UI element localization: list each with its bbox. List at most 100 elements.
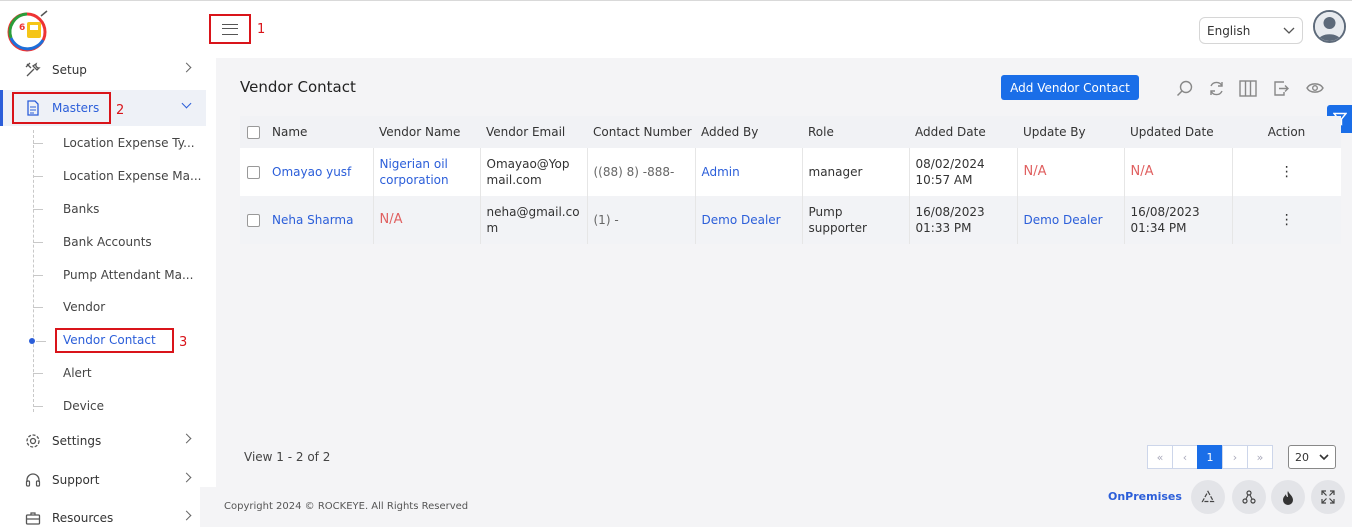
cell-vendor-name[interactable]: Nigerian oil corporation (373, 148, 481, 196)
cell-name[interactable]: Neha Sharma (266, 196, 374, 244)
cell-added-date: 08/02/2024 10:57 AM (909, 148, 1018, 196)
table-row: Neha Sharma N/A neha@gmail.com (1) - Dem… (240, 196, 1341, 244)
expand-icon (1321, 490, 1335, 504)
sidebar-item-label: Support (52, 473, 100, 487)
sidebar-subitem-location-expense-type[interactable]: Location Expense Ty... (63, 136, 203, 150)
sidebar-subitem-banks[interactable]: Banks (63, 202, 203, 216)
footer: Copyright 2024 © ROCKEYE. All Rights Res… (200, 480, 1352, 527)
last-page-button[interactable]: » (1247, 445, 1273, 469)
deployment-mode-label: OnPremises (1108, 490, 1182, 503)
table-row: Omayao yusf Nigerian oil corporation Oma… (240, 148, 1341, 196)
briefcase-icon (24, 509, 42, 527)
columns-icon (1239, 79, 1257, 97)
row-checkbox[interactable] (247, 213, 260, 227)
sidebar-subitem-pump-attendant[interactable]: Pump Attendant Ma... (63, 268, 203, 282)
refresh-button[interactable] (1206, 78, 1226, 98)
next-page-button[interactable]: › (1222, 445, 1248, 469)
column-header-contact-number[interactable]: Contact Number (587, 116, 695, 148)
sidebar-item-support[interactable]: Support (0, 462, 206, 498)
cell-vendor-email: neha@gmail.com (480, 196, 588, 244)
pagination: « ‹ 1 › » (1147, 445, 1273, 469)
chevron-right-icon (181, 472, 192, 483)
column-header-added-date[interactable]: Added Date (909, 116, 1017, 148)
chevron-right-icon (181, 433, 192, 444)
select-all-checkbox[interactable] (247, 125, 260, 139)
cell-contact-number: (1) - (587, 196, 696, 244)
fire-icon (1283, 490, 1293, 505)
menu-toggle-button[interactable] (209, 14, 251, 44)
sidebar-subitem-alert[interactable]: Alert (63, 366, 203, 380)
row-checkbox[interactable] (247, 165, 260, 179)
sidebar-item-settings[interactable]: Settings (0, 423, 206, 459)
chevron-down-icon (181, 98, 192, 109)
sidebar-subitem-vendor[interactable]: Vendor (63, 300, 203, 314)
user-avatar[interactable] (1313, 10, 1346, 43)
view-button[interactable] (1305, 78, 1325, 98)
row-actions-menu-icon[interactable]: ⋮ (1239, 213, 1336, 227)
language-select[interactable]: English (1199, 17, 1303, 44)
first-page-button[interactable]: « (1147, 445, 1173, 469)
fire-button[interactable] (1271, 480, 1305, 514)
add-vendor-contact-button[interactable]: Add Vendor Contact (1001, 75, 1139, 100)
cell-vendor-name: N/A (373, 196, 481, 244)
cell-added-by[interactable]: Admin (695, 148, 803, 196)
chevron-down-icon (1283, 27, 1295, 34)
copyright-text: Copyright 2024 © ROCKEYE. All Rights Res… (224, 501, 469, 512)
headset-icon (24, 471, 42, 489)
cell-contact-number: ((88) 8) -888- (587, 148, 696, 196)
sidebar-item-label: Settings (52, 434, 102, 448)
column-header-updated-date[interactable]: Updated Date (1124, 116, 1232, 148)
sidebar-subitem-location-expense-master[interactable]: Location Expense Ma... (63, 169, 203, 183)
network-icon (1242, 490, 1256, 504)
annotation-marker-1: 1 (257, 22, 266, 37)
cell-update-by[interactable]: Demo Dealer (1017, 196, 1125, 244)
column-header-name[interactable]: Name (266, 116, 373, 148)
gear-icon (24, 432, 42, 450)
column-header-vendor-name[interactable]: Vendor Name (373, 116, 480, 148)
column-header-role[interactable]: Role (802, 116, 909, 148)
columns-button[interactable] (1238, 78, 1258, 98)
column-header-action: Action (1232, 116, 1341, 148)
recycle-icon (1201, 490, 1215, 503)
tools-icon (24, 61, 42, 79)
table-header-row: Name Vendor Name Vendor Email Contact Nu… (240, 116, 1341, 148)
pagination-summary: View 1 - 2 of 2 (244, 450, 331, 464)
cell-updated-date: N/A (1124, 148, 1233, 196)
cell-added-by[interactable]: Demo Dealer (695, 196, 803, 244)
cell-role: Pump supporter (802, 196, 910, 244)
cell-name[interactable]: Omayao yusf (266, 148, 374, 196)
row-actions-menu-icon[interactable]: ⋮ (1239, 165, 1336, 179)
search-button[interactable] (1174, 78, 1194, 98)
cell-updated-date: 16/08/2023 01:34 PM (1124, 196, 1233, 244)
prev-page-button[interactable]: ‹ (1172, 445, 1198, 469)
network-button[interactable] (1232, 480, 1266, 514)
sidebar-item-setup[interactable]: Setup (0, 58, 206, 88)
recycle-button[interactable] (1191, 480, 1225, 514)
page-1-button[interactable]: 1 (1197, 445, 1223, 469)
sidebar: Setup Masters 2 Location Expense Ty... L… (0, 58, 216, 527)
sidebar-item-resources[interactable]: Resources (0, 500, 206, 527)
column-header-vendor-email[interactable]: Vendor Email (480, 116, 587, 148)
page-size-value: 20 (1295, 450, 1309, 464)
sidebar-subitem-device[interactable]: Device (63, 399, 203, 413)
cell-vendor-email: Omayao@Yopmail.com (480, 148, 588, 196)
chevron-down-icon (1319, 453, 1329, 460)
app-logo[interactable]: 6 (7, 8, 51, 52)
export-button[interactable] (1271, 78, 1291, 98)
sidebar-subitem-bank-accounts[interactable]: Bank Accounts (63, 235, 203, 249)
annotation-marker-3: 3 (179, 335, 188, 350)
fullscreen-button[interactable] (1311, 480, 1345, 514)
annotation-marker-2: 2 (116, 103, 125, 118)
active-indicator-dot (29, 338, 35, 344)
main-content: Vendor Contact Add Vendor Contact Name V… (216, 58, 1352, 487)
vendor-contact-table: Name Vendor Name Vendor Email Contact Nu… (240, 116, 1341, 244)
annotation-box-vendor-contact (55, 328, 174, 353)
column-header-update-by[interactable]: Update By (1017, 116, 1124, 148)
refresh-icon (1209, 81, 1223, 95)
page-size-select[interactable]: 20 (1288, 445, 1336, 469)
user-icon (1315, 12, 1344, 41)
cell-added-date: 16/08/2023 01:33 PM (909, 196, 1018, 244)
sidebar-item-label: Resources (52, 511, 114, 525)
column-header-added-by[interactable]: Added By (695, 116, 802, 148)
cell-role: manager (802, 148, 910, 196)
